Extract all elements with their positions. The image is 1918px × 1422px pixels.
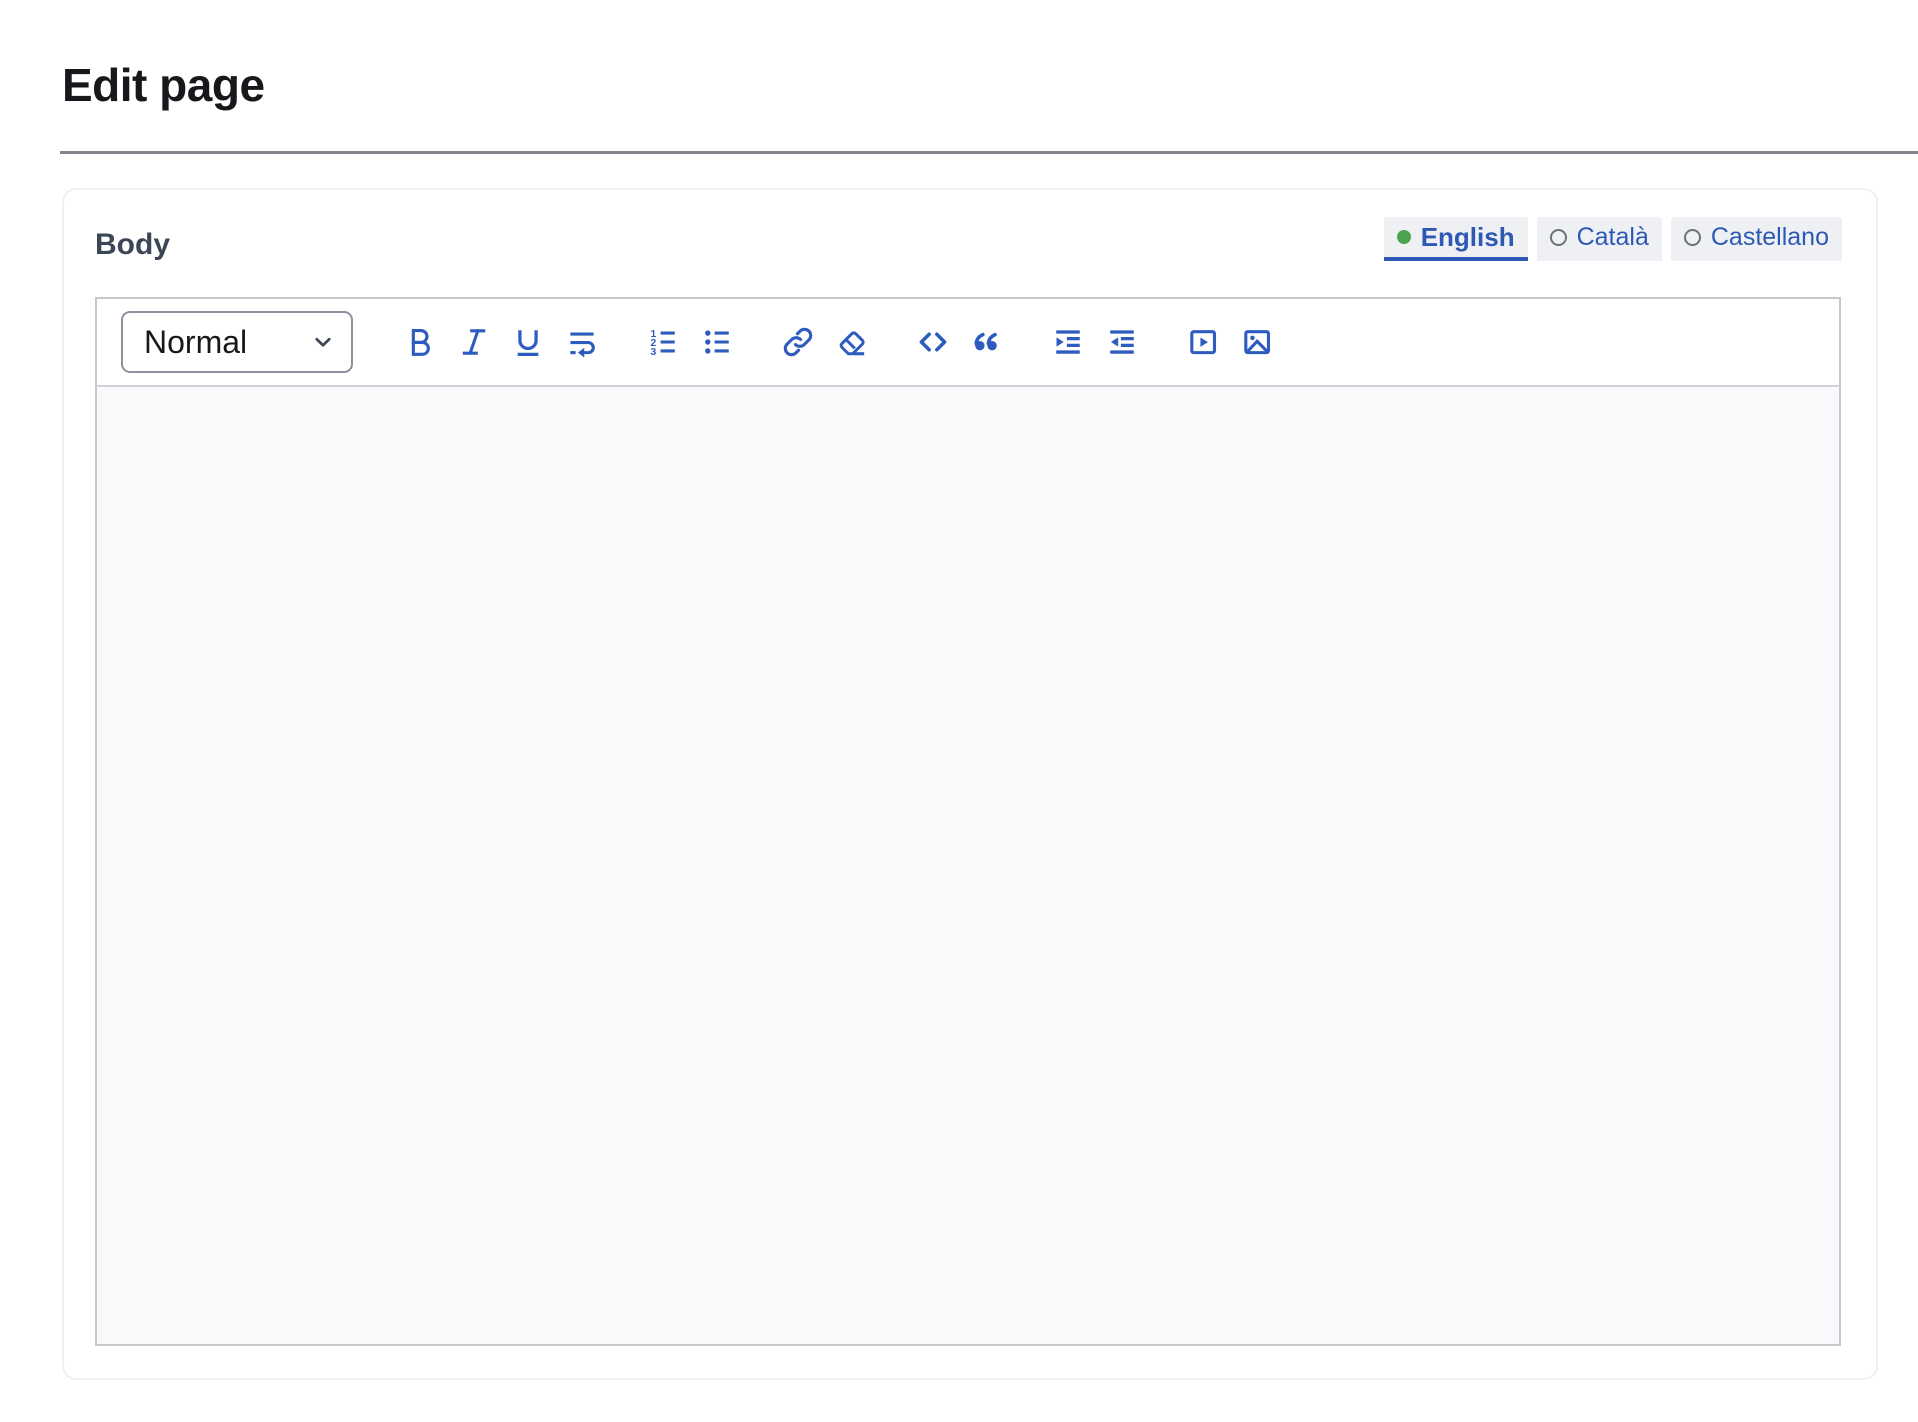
bold-icon xyxy=(403,325,437,359)
chevron-down-icon xyxy=(310,329,336,355)
underline-icon xyxy=(511,325,545,359)
block-format-value: Normal xyxy=(144,324,247,361)
body-field-panel: Body English Català Castellano Normal xyxy=(62,188,1878,1380)
toolbar-group-blocks xyxy=(916,325,1004,359)
indent-icon xyxy=(1051,325,1085,359)
language-tab-castellano[interactable]: Castellano xyxy=(1671,217,1842,261)
toolbar-group-media xyxy=(1186,325,1274,359)
unordered-list-button[interactable] xyxy=(700,325,734,359)
italic-button[interactable] xyxy=(457,325,491,359)
remove-format-button[interactable] xyxy=(835,325,869,359)
embed-button[interactable] xyxy=(1186,325,1220,359)
eraser-icon xyxy=(835,325,869,359)
edit-page-screen: { "page": { "title": "Edit page" }, "bod… xyxy=(0,0,1918,1422)
language-tab-english[interactable]: English xyxy=(1384,217,1528,261)
blockquote-icon xyxy=(970,325,1004,359)
italic-icon xyxy=(457,325,491,359)
image-button[interactable] xyxy=(1240,325,1274,359)
toolbar-group-inline xyxy=(403,325,599,359)
language-tab-label: Català xyxy=(1577,223,1649,252)
underline-button[interactable] xyxy=(511,325,545,359)
link-icon xyxy=(781,325,815,359)
ordered-list-icon: 1 2 3 xyxy=(646,325,680,359)
editor-content[interactable] xyxy=(97,387,1839,1344)
bold-button[interactable] xyxy=(403,325,437,359)
page-title: Edit page xyxy=(62,62,265,108)
language-tab-label: Castellano xyxy=(1711,223,1829,252)
svg-text:3: 3 xyxy=(651,347,657,358)
link-button[interactable] xyxy=(781,325,815,359)
language-tab-label: English xyxy=(1421,222,1515,253)
title-divider xyxy=(60,151,1918,154)
image-icon xyxy=(1240,325,1274,359)
outdent-icon xyxy=(1105,325,1139,359)
outdent-button[interactable] xyxy=(1105,325,1139,359)
toolbar-group-link xyxy=(781,325,869,359)
rich-text-editor: Normal xyxy=(95,297,1841,1346)
radio-icon xyxy=(1684,229,1701,246)
line-break-icon xyxy=(565,325,599,359)
block-format-select[interactable]: Normal xyxy=(121,311,353,373)
line-break-button[interactable] xyxy=(565,325,599,359)
indent-button[interactable] xyxy=(1051,325,1085,359)
ordered-list-button[interactable]: 1 2 3 xyxy=(646,325,680,359)
unordered-list-icon xyxy=(700,325,734,359)
language-tab-catala[interactable]: Català xyxy=(1537,217,1662,261)
editor-toolbar: Normal xyxy=(97,299,1839,387)
field-label: Body xyxy=(95,230,170,260)
code-icon xyxy=(916,325,950,359)
blockquote-button[interactable] xyxy=(970,325,1004,359)
code-button[interactable] xyxy=(916,325,950,359)
toolbar-group-lists: 1 2 3 xyxy=(646,325,734,359)
selected-language-dot-icon xyxy=(1397,230,1411,244)
toolbar-button-groups: 1 2 3 xyxy=(403,325,1274,359)
language-switcher: English Català Castellano xyxy=(1384,217,1842,261)
radio-icon xyxy=(1550,229,1567,246)
embed-video-icon xyxy=(1186,325,1220,359)
toolbar-group-indent xyxy=(1051,325,1139,359)
